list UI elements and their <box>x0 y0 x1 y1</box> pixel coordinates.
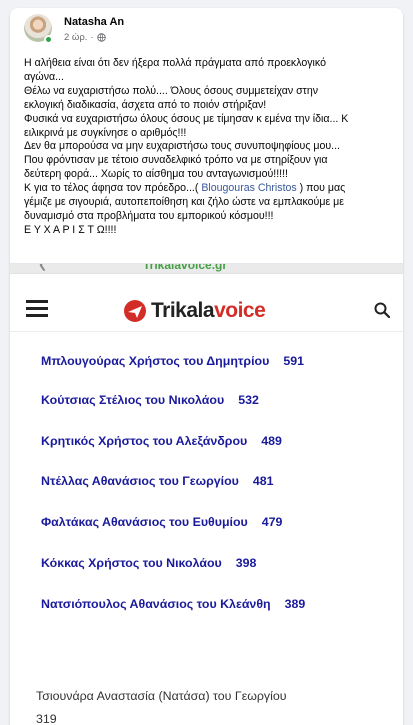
candidate-name: Κόκκας Χρήστος του Νικολάου <box>41 556 222 570</box>
meta-separator: · <box>90 32 94 43</box>
candidate-votes: 591 <box>283 354 304 368</box>
candidate-votes: 398 <box>235 556 257 570</box>
candidate-name: Ντέλλας Αθανάσιος του Γεωργίου <box>41 474 239 488</box>
chevron-left-icon: ❮ <box>38 264 48 271</box>
post-line: Δεν θα μπορούσα να μην ευχαριστήσω τους … <box>24 140 340 153</box>
site-header: Trikalavoice <box>10 290 403 332</box>
strip-url: Trikalavoice.gr <box>143 264 228 272</box>
post-line: Η αλήθεια είναι ότι δεν ήξερα πολλά πράγ… <box>24 57 326 69</box>
candidate-row: Ντέλλας Αθανάσιος του Γεωργίου 481 <box>41 474 274 488</box>
bottom-candidate-votes: 319 <box>36 712 57 725</box>
post-line: ειλικρινά με συγκίνησε ο αριθμός!!! <box>24 126 187 139</box>
candidate-name: Μπλουγούρας Χρήστος του Δημητρίου <box>41 354 270 368</box>
post-photo[interactable]: ❮ Trikalavoice.gr Trikalavoice Μπλουγούρ… <box>10 263 403 725</box>
candidate-row: Μπλουγούρας Χρήστος του Δημητρίου 591 <box>41 354 304 368</box>
post-line: Ε Υ Χ Α Ρ Ι Σ Τ Ω!!!! <box>24 223 117 236</box>
post-author[interactable]: Natasha An <box>64 16 124 28</box>
facebook-post: Natasha An 2 ώρ. · Η αλήθεια είναι ότι δ… <box>10 8 403 725</box>
candidate-name: Φαλτάκας Αθανάσιος του Ευθυμίου <box>41 515 248 529</box>
mention-prefix: Κ για το τέλος άφησα τον πρόεδρο...( <box>24 182 202 195</box>
candidate-votes: 481 <box>252 474 274 488</box>
logo-wordmark: Trikalavoice <box>151 299 266 323</box>
candidate-row: Κούτσιας Στέλιος του Νικολάου 532 <box>41 393 259 407</box>
candidate-row: Κρητικός Χρήστος του Αλεξάνδρου 489 <box>41 434 282 448</box>
post-line: εκλογική διαδικασία, άσχετα από το ποιόν… <box>24 98 267 111</box>
photo-url-strip: ❮ Trikalavoice.gr <box>10 264 403 274</box>
post-line: δεύτερη φορά... Χωρίς το αίσθημα του αντ… <box>24 168 288 181</box>
post-line: αγώνα... <box>24 70 64 83</box>
search-icon[interactable] <box>374 302 390 318</box>
candidate-votes: 479 <box>261 515 283 529</box>
plane-logo-icon <box>124 300 146 322</box>
site-logo: Trikalavoice <box>123 298 266 324</box>
candidate-votes: 489 <box>261 434 282 448</box>
candidate-votes: 532 <box>238 393 259 407</box>
candidate-name: Κούτσιας Στέλιος του Νικολάου <box>41 393 225 407</box>
mention-suffix: ) που μας <box>296 182 346 195</box>
post-line: Που φρόντισαν με τέτοιο συναδελφικό τρόπ… <box>24 154 328 167</box>
globe-icon <box>96 33 106 42</box>
online-status-dot <box>44 35 53 44</box>
candidate-name: Νατσιόπουλος Αθανάσιος του Κλεάνθη <box>41 597 271 611</box>
post-header: Natasha An 2 ώρ. · <box>24 14 384 52</box>
bottom-candidate-name: Τσιουνάρα Αναστασία (Νατάσα) του Γεωργίο… <box>36 689 287 703</box>
candidate-name: Κρητικός Χρήστος του Αλεξάνδρου <box>41 434 248 448</box>
logo-part-voice: voice <box>214 299 266 322</box>
post-time[interactable]: 2 ώρ. <box>64 32 87 43</box>
candidate-row: Νατσιόπουλος Αθανάσιος του Κλεάνθη 389 <box>41 597 305 611</box>
mention-link[interactable]: Blougouras Christos <box>201 182 296 194</box>
post-line: γέμιζε με σιγουριά, αυτοπεποίθηση και ζή… <box>24 196 344 209</box>
candidate-row: Κόκκας Χρήστος του Νικολάου 398 <box>41 556 256 570</box>
logo-part-trikala: Trikala <box>151 299 215 322</box>
post-line: δυναμισμό στα προβλήματα του εμπορικού κ… <box>24 209 274 222</box>
candidate-votes: 389 <box>284 597 306 611</box>
post-line-mention: Κ για το τέλος άφησα τον πρόεδρο...( Blo… <box>24 182 396 196</box>
post-line: Φυσικά να ευχαριστήσω όλους όσους με τίμ… <box>24 112 349 125</box>
post-meta: 2 ώρ. · <box>64 32 106 43</box>
post-body: Η αλήθεια είναι ότι δεν ήξερα πολλά πράγ… <box>24 57 396 238</box>
candidate-row: Φαλτάκας Αθανάσιος του Ευθυμίου 479 <box>41 515 282 529</box>
post-line: Θέλω να ευχαριστήσω πολύ.... Όλους όσους… <box>24 84 319 97</box>
menu-icon[interactable] <box>26 300 48 318</box>
